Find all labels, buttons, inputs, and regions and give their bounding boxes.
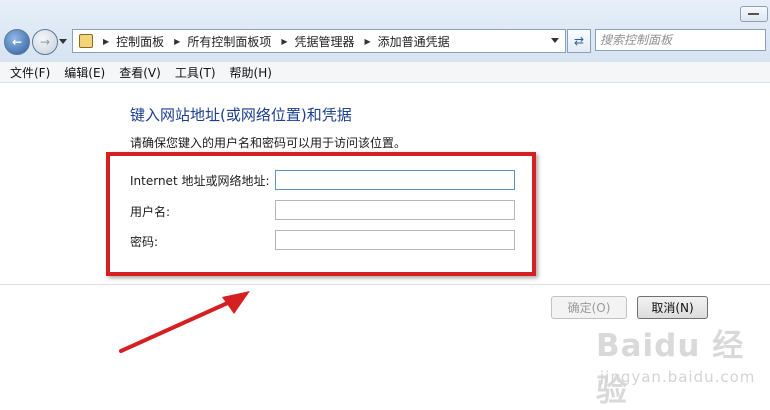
watermark-logo: Baidu 经验 xyxy=(596,328,745,409)
watermark-url: jingyan.baidu.com xyxy=(600,368,756,386)
